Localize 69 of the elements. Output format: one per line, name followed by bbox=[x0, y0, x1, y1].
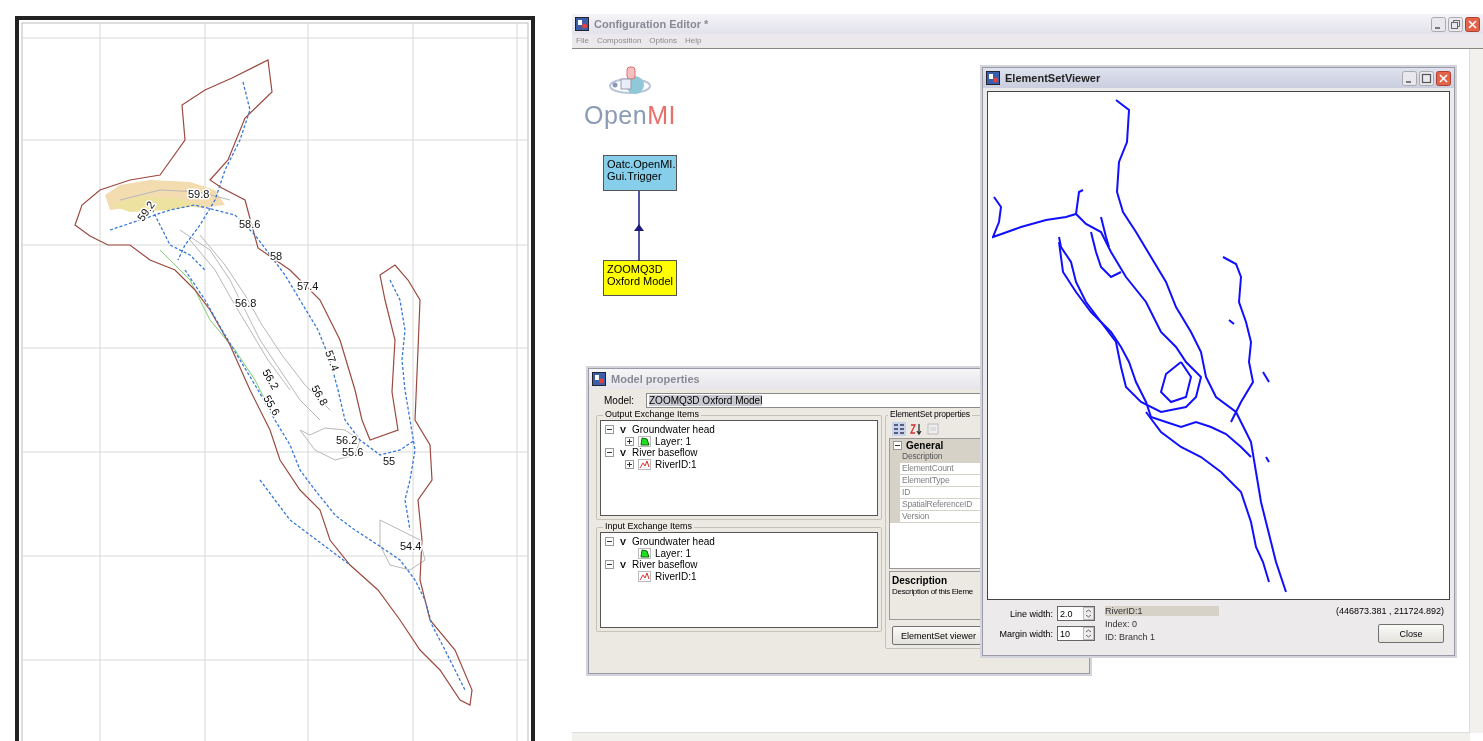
variable-label: V bbox=[619, 447, 627, 458]
minimize-button[interactable] bbox=[1402, 70, 1417, 86]
group-title: Output Exchange Items bbox=[603, 409, 702, 419]
line-graph-icon bbox=[638, 458, 651, 470]
field-label: Model: bbox=[604, 395, 634, 406]
variable-label: V bbox=[619, 424, 627, 435]
logo-text: OpenMI bbox=[584, 103, 676, 128]
coordinates-text: (446873.381 , 211724.892) bbox=[1336, 606, 1444, 616]
restore-button[interactable] bbox=[1448, 16, 1463, 32]
collapse-icon[interactable] bbox=[605, 537, 614, 547]
expand-icon[interactable] bbox=[625, 459, 634, 469]
collapse-icon[interactable] bbox=[893, 440, 902, 450]
collapse-icon[interactable] bbox=[605, 448, 614, 458]
polygon-icon bbox=[638, 435, 651, 447]
element-name: RiverID:1 bbox=[1105, 606, 1219, 616]
tree-item[interactable]: Groundwater head bbox=[632, 536, 715, 548]
close-button[interactable] bbox=[1436, 70, 1451, 86]
tree-item[interactable]: Layer: 1 bbox=[655, 547, 692, 559]
tree-item[interactable]: RiverID:1 bbox=[655, 570, 697, 582]
vertical-scrollbar[interactable] bbox=[1469, 49, 1483, 733]
close-dialog-button[interactable]: Close bbox=[1378, 624, 1444, 643]
variable-label: V bbox=[619, 559, 627, 570]
minimize-button[interactable] bbox=[1431, 16, 1446, 32]
polygon-icon bbox=[638, 547, 651, 559]
spin-box[interactable]: 2.0 bbox=[1057, 606, 1095, 621]
window-title: Model properties bbox=[611, 373, 701, 385]
app-icon bbox=[986, 71, 1000, 85]
description-text: Description of this Eleme bbox=[892, 587, 973, 597]
contour-label: 54.4 bbox=[400, 540, 422, 552]
group-title: Input Exchange Items bbox=[603, 521, 695, 531]
categorized-icon[interactable] bbox=[892, 422, 906, 436]
collapse-icon[interactable] bbox=[605, 560, 614, 570]
line-graph-icon bbox=[638, 570, 651, 582]
connection-arrow[interactable] bbox=[634, 191, 644, 261]
group-title: ElementSet properties bbox=[888, 409, 972, 419]
variable-label: V bbox=[619, 536, 627, 547]
contour-label: 57.4 bbox=[323, 348, 342, 373]
window-title: ElementSetViewer bbox=[1005, 72, 1102, 84]
spin-box[interactable]: 10 bbox=[1057, 626, 1095, 641]
collapse-icon[interactable] bbox=[605, 425, 614, 435]
app-icon bbox=[592, 372, 606, 386]
tree-item[interactable]: Layer: 1 bbox=[655, 435, 692, 447]
tree-item[interactable]: River baseflow bbox=[632, 559, 698, 571]
window-title: Configuration Editor * bbox=[594, 18, 710, 30]
contour-label: 59.8 bbox=[188, 188, 210, 200]
sort-icon[interactable] bbox=[909, 422, 923, 436]
horizontal-scrollbar[interactable] bbox=[572, 732, 1470, 741]
contour-label: 55 bbox=[383, 455, 396, 467]
contour-label: 55.6 bbox=[342, 446, 364, 458]
contour-label: 58 bbox=[270, 250, 283, 262]
contour-label: 56.8 bbox=[235, 297, 257, 309]
close-button[interactable] bbox=[1465, 16, 1480, 32]
expand-icon[interactable] bbox=[625, 436, 634, 446]
model-node[interactable]: Oatc.OpenMI. Gui.Trigger bbox=[603, 155, 677, 191]
field-label: Line width: bbox=[1009, 608, 1053, 619]
maximize-button[interactable] bbox=[1419, 70, 1434, 86]
app-icon bbox=[575, 17, 589, 31]
tree-item[interactable]: Groundwater head bbox=[632, 424, 715, 436]
tree-item[interactable]: River baseflow bbox=[632, 447, 698, 459]
index-text: Index: 0 bbox=[1105, 619, 1139, 629]
field-label: Margin width: bbox=[999, 628, 1053, 639]
tree-view[interactable]: V Groundwater head Layer: 1 V River baseflow RiverID:1 bbox=[600, 420, 878, 516]
tree-item[interactable]: RiverID:1 bbox=[655, 458, 697, 470]
contour-label: 56.2 bbox=[336, 434, 358, 446]
id-text: ID: Branch 1 bbox=[1105, 632, 1157, 642]
model-node[interactable]: ZOOMQ3D Oxford Model bbox=[603, 260, 677, 296]
category-label: General bbox=[906, 439, 944, 451]
tree-view[interactable]: V Groundwater head Layer: 1 V River baseflow RiverID:1 bbox=[600, 532, 878, 628]
description-title: Description bbox=[892, 575, 948, 587]
